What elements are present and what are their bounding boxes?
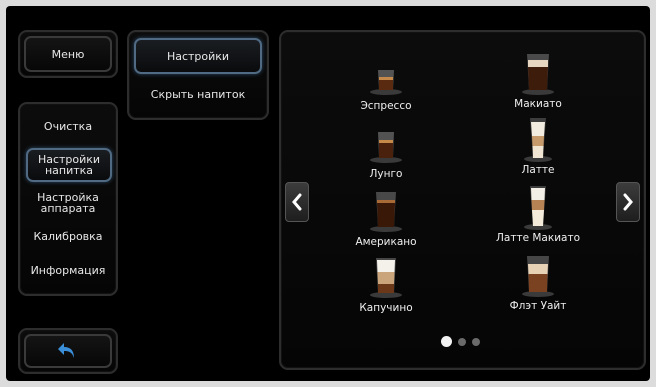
drink-latte-macchiato[interactable]: Латте Макиато: [483, 184, 593, 250]
chevron-right-icon: [623, 193, 633, 211]
next-page-button[interactable]: [616, 182, 640, 222]
latte-macchiato-glass-icon: [524, 186, 552, 230]
espresso-cup-icon: [370, 70, 402, 95]
page-dot-2[interactable]: [458, 337, 466, 346]
americano-cup-icon: [370, 192, 402, 232]
drink-label: Американо: [355, 236, 417, 248]
undo-arrow-icon: [58, 343, 74, 358]
prev-page-button[interactable]: [285, 182, 309, 222]
sidebar-item-information[interactable]: Информация: [24, 258, 112, 282]
main-menu-panel: Меню: [18, 30, 118, 78]
page-indicator: [441, 336, 480, 347]
drink-label: Капучино: [359, 302, 413, 314]
machine-screen: Меню Очистка Настройки напитка Настройка…: [6, 6, 650, 381]
drink-flat-white[interactable]: Флэт Уайт: [483, 252, 593, 318]
drink-espresso[interactable]: Эспрессо: [331, 52, 441, 118]
drink-cappuccino[interactable]: Капучино: [331, 254, 441, 320]
sidebar-panel: Очистка Настройки напитка Настройка аппа…: [18, 102, 118, 296]
sidebar-item-drink-settings[interactable]: Настройки напитка: [26, 148, 112, 182]
back-panel: [18, 328, 118, 374]
drink-latte[interactable]: Латте: [483, 116, 593, 182]
flat-white-cup-icon: [522, 256, 554, 297]
sidebar-item-calibration[interactable]: Калибровка: [24, 224, 112, 248]
menu-button[interactable]: Меню: [24, 36, 112, 72]
drinks-panel: Эспрессо Макиато Лунго Латте Американо Л…: [279, 30, 646, 370]
drink-lungo[interactable]: Лунго: [331, 120, 441, 186]
cappuccino-cup-icon: [370, 258, 402, 298]
latte-glass-icon: [524, 118, 552, 162]
submenu-panel: Настройки Скрыть напиток: [127, 30, 269, 120]
submenu-settings-button[interactable]: Настройки: [134, 38, 262, 74]
lungo-cup-icon: [370, 132, 402, 163]
drink-macchiato[interactable]: Макиато: [483, 50, 593, 116]
submenu-hide-drink-button[interactable]: Скрыть напиток: [134, 80, 262, 108]
drink-label: Лунго: [369, 168, 403, 180]
drink-label: Латте: [521, 164, 555, 176]
sidebar-item-machine-settings[interactable]: Настройка аппарата: [24, 188, 112, 218]
drink-label: Флэт Уайт: [509, 300, 567, 312]
back-button[interactable]: [24, 334, 112, 368]
macchiato-cup-icon: [522, 54, 554, 95]
drink-label: Макиато: [514, 98, 562, 110]
page-dot-3[interactable]: [472, 337, 480, 346]
drink-americano[interactable]: Американо: [331, 188, 441, 254]
drink-label: Эспрессо: [360, 100, 412, 112]
page-dot-1[interactable]: [441, 336, 452, 347]
drink-label: Латте Макиато: [496, 232, 580, 244]
sidebar-item-cleaning[interactable]: Очистка: [24, 114, 112, 138]
chevron-left-icon: [292, 193, 302, 211]
